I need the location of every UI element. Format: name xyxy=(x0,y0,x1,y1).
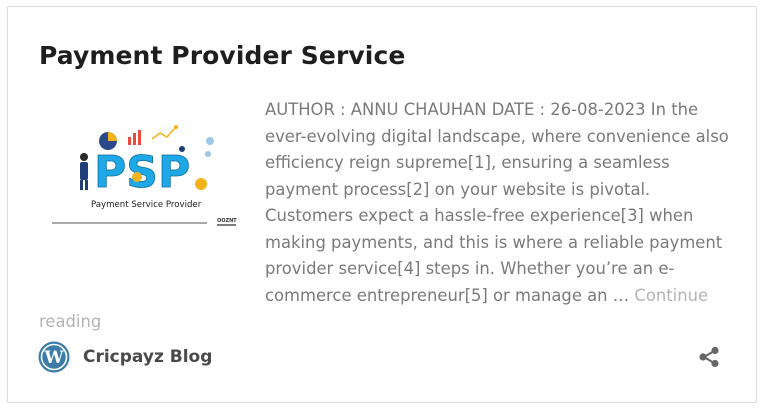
excerpt-text: AUTHOR : ANNU CHAUHAN DATE : 26-08-2023 … xyxy=(265,100,729,305)
share-icon[interactable] xyxy=(698,346,720,368)
post-excerpt: AUTHOR : ANNU CHAUHAN DATE : 26-08-2023 … xyxy=(39,97,735,336)
wordpress-icon[interactable]: W xyxy=(38,341,70,373)
blog-name[interactable]: Cricpayz Blog xyxy=(83,347,212,367)
post-footer: W Cricpayz Blog xyxy=(38,341,728,373)
post-card: Payment Provider Service PSP Payment Ser… xyxy=(7,6,757,403)
svg-text:W: W xyxy=(43,348,64,368)
post-title[interactable]: Payment Provider Service xyxy=(39,41,405,70)
